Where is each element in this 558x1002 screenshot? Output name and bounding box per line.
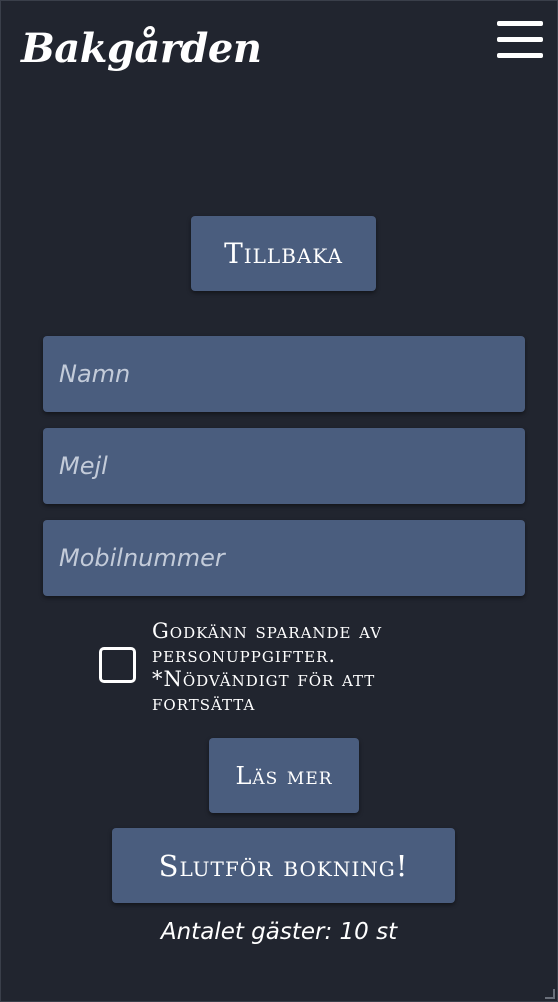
mobile-field[interactable] (43, 520, 525, 596)
name-field[interactable] (43, 336, 525, 412)
header: Bakgården (1, 1, 557, 101)
consent-checkbox[interactable] (99, 647, 136, 683)
logo[interactable]: Bakgården (21, 25, 262, 72)
back-button[interactable]: Tillbaka (191, 216, 376, 291)
hamburger-menu-icon[interactable] (497, 21, 543, 59)
menu-bar (497, 21, 543, 26)
finish-booking-button[interactable]: Slutför bokning! (112, 828, 455, 903)
menu-bar (497, 53, 543, 58)
email-field[interactable] (43, 428, 525, 504)
consent-label: Godkänn sparande av personuppgifter. *Nö… (152, 619, 383, 715)
read-more-button[interactable]: Läs mer (209, 738, 359, 813)
resize-handle-icon[interactable] (545, 989, 555, 999)
menu-bar (497, 37, 543, 42)
guest-count: Antalet gäster: 10 st (160, 919, 398, 945)
